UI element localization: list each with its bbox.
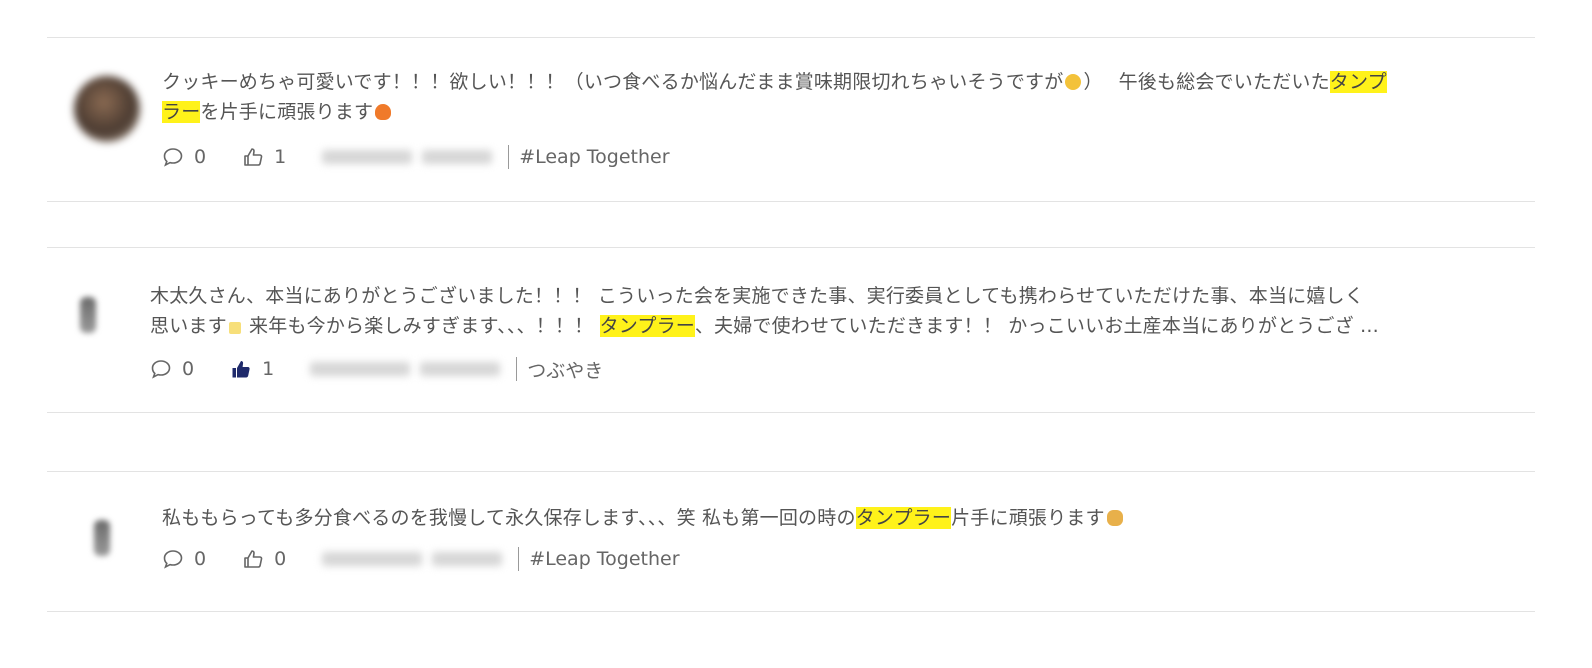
fire-emoji-icon: [375, 104, 392, 120]
date-blurred: [422, 150, 493, 164]
thumbs-up-outline-icon[interactable]: [242, 548, 264, 570]
separator: [508, 145, 510, 169]
like-count: 1: [262, 358, 275, 380]
post-meta: 0 1 #Leap Together: [162, 143, 670, 171]
post-text-segment: 木太久さん、本当にありがとうございました！！！ こういった会を実施できた事、実行…: [150, 285, 1364, 307]
comment-count: 0: [194, 548, 207, 570]
divider: [47, 471, 1535, 472]
sparkles-emoji-icon: [228, 322, 241, 334]
divider: [47, 412, 1535, 413]
post-tag[interactable]: つぶやき: [527, 356, 603, 383]
divider: [47, 247, 1535, 248]
post-meta: 0 1 つぶやき: [150, 355, 603, 383]
post-tag[interactable]: #Leap Together: [529, 548, 679, 570]
comment-count: 0: [194, 146, 207, 168]
post-text-segment: 私ももらっても多分食べるのを我慢して永久保存します、、、笑 私も第一回の時の: [162, 507, 856, 529]
keyword-highlight: ラー: [162, 101, 201, 123]
post-text-segment: を片手に頑張ります: [200, 101, 374, 123]
like-count: 0: [274, 548, 287, 570]
keyword-highlight: タンプラー: [599, 315, 695, 337]
divider: [47, 611, 1535, 612]
post-text-segment: 片手に頑張ります: [951, 507, 1105, 529]
keyword-highlight: タンプ: [1329, 71, 1387, 93]
author-name-blurred: [322, 150, 413, 164]
keyword-highlight: タンプラー: [855, 507, 952, 529]
comment-count: 0: [182, 358, 195, 380]
post-text: 木太久さん、本当にありがとうございました！！！ こういった会を実施できた事、実行…: [150, 281, 1379, 341]
post-tag[interactable]: #Leap Together: [519, 146, 669, 168]
post-text-segment: ） 午後も総会でいただいた: [1083, 71, 1330, 93]
thumbs-up-filled-icon[interactable]: [230, 358, 252, 380]
post-text-segment: クッキーめちゃ可愛いです！！！欲しい！！！（いつ食べるか悩んだまま賞味期限切れち…: [162, 71, 1064, 93]
comment-icon[interactable]: [162, 548, 184, 570]
separator: [516, 357, 518, 381]
divider: [47, 201, 1535, 202]
author-name-blurred: [310, 362, 411, 376]
thumbs-up-outline-icon[interactable]: [242, 146, 264, 168]
grinning-emoji-icon: [1065, 74, 1082, 90]
comment-icon[interactable]: [162, 146, 184, 168]
flexed-biceps-emoji-icon: [1106, 510, 1123, 526]
avatar[interactable]: [74, 76, 140, 142]
separator: [518, 547, 520, 571]
post-text: 私ももらっても多分食べるのを我慢して永久保存します、、、笑 私も第一回の時のタン…: [162, 503, 1125, 533]
post-text: クッキーめちゃ可愛いです！！！欲しい！！！（いつ食べるか悩んだまま賞味期限切れち…: [162, 67, 1387, 127]
post-text-segment: 来年も今から楽しみすぎます、、、！！！: [242, 315, 600, 337]
avatar[interactable]: [80, 297, 96, 333]
author-name-blurred: [322, 552, 423, 566]
date-blurred: [432, 552, 503, 566]
date-blurred: [420, 362, 501, 376]
post-meta: 0 0 #Leap Together: [162, 545, 680, 573]
avatar[interactable]: [94, 520, 110, 556]
divider: [47, 37, 1535, 38]
comment-icon[interactable]: [150, 358, 172, 380]
like-count: 1: [274, 146, 287, 168]
post-text-segment: 思います: [150, 315, 227, 337]
post-text-segment: 、夫婦で使わせていただきます！！ かっこいいお土産本当にありがとうござ ...: [694, 315, 1379, 337]
